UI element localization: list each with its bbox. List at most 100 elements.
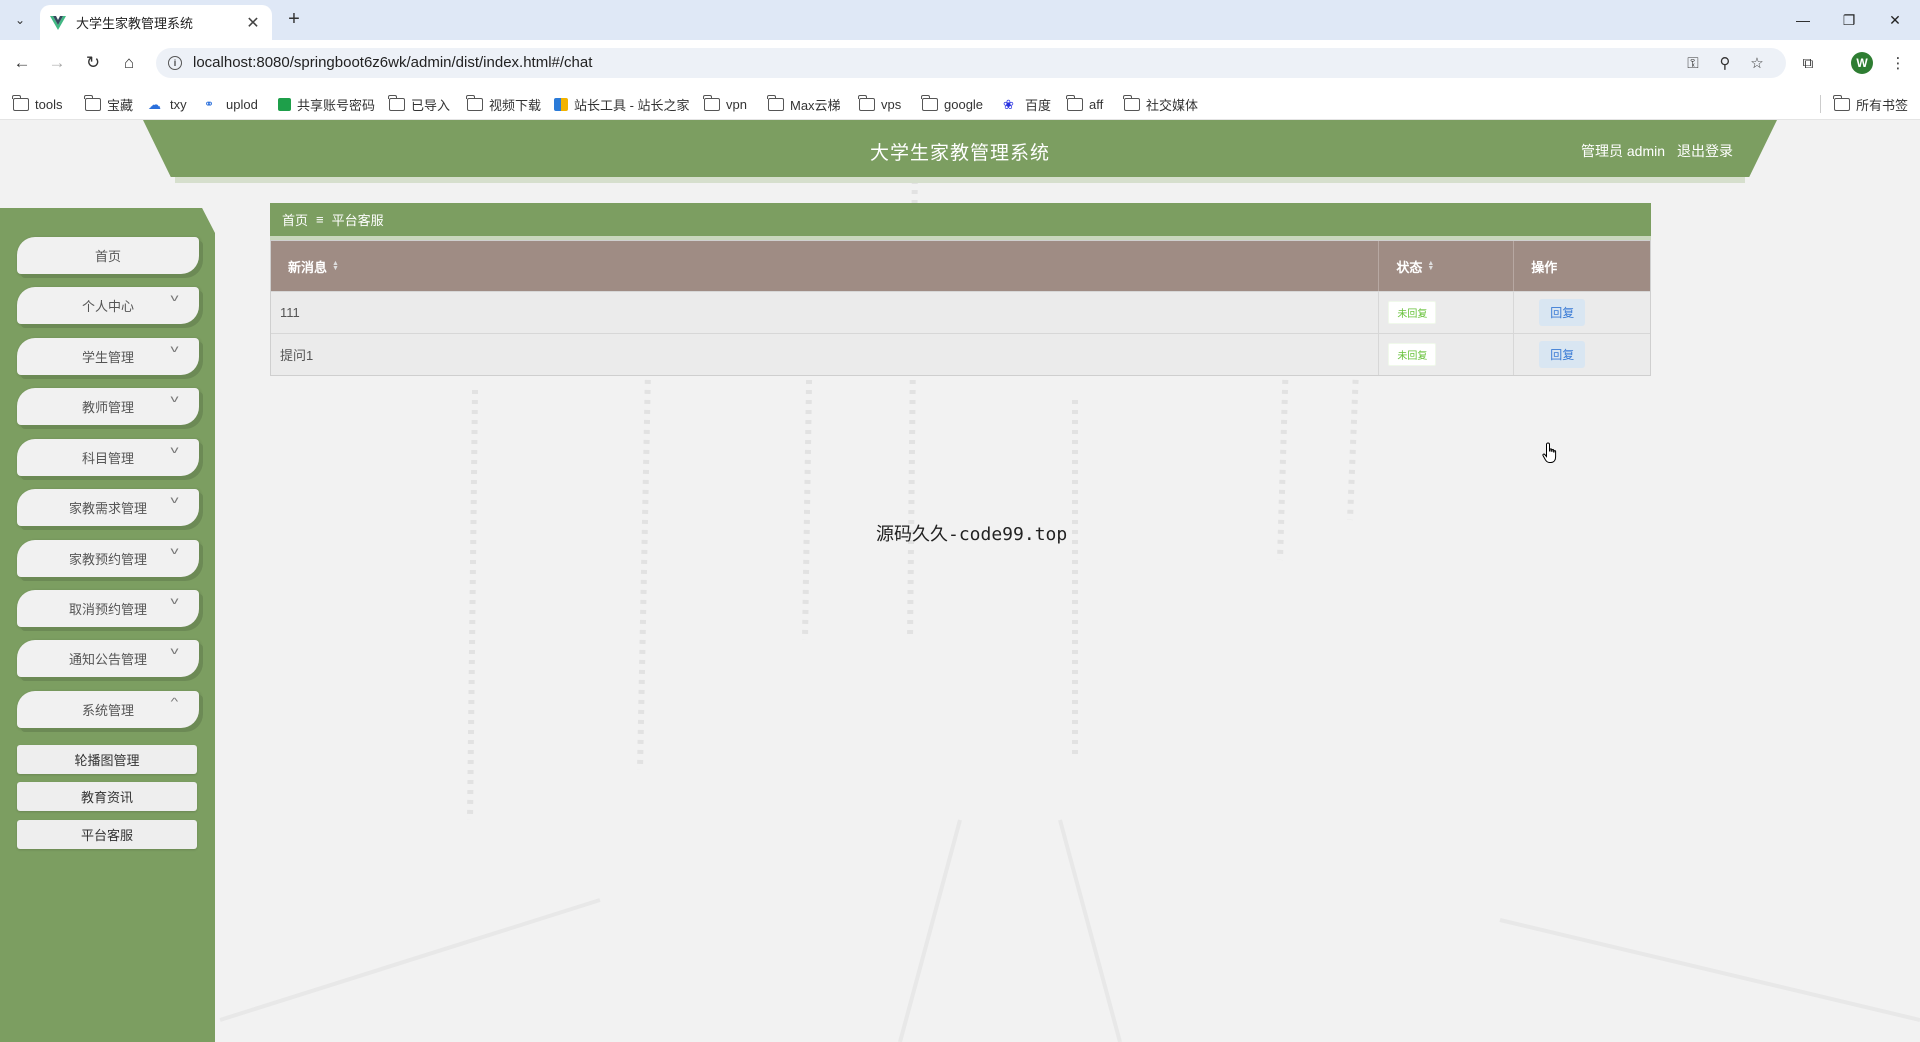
link-icon: ⚭ [204, 96, 215, 111]
forward-icon[interactable]: → [44, 50, 70, 76]
bookmark-shared-accounts[interactable]: 共享账号密码 [278, 95, 375, 113]
breadcrumb-current: 平台客服 [331, 213, 384, 228]
current-user: 管理员 admin [1581, 143, 1666, 159]
bookmark-vps[interactable]: vps [858, 94, 901, 113]
sidebar-item-notices[interactable]: 通知公告管理 v [17, 640, 199, 677]
vue-logo-icon [50, 15, 66, 30]
sidebar-item-cancel-bookings[interactable]: 取消预约管理 v [17, 590, 199, 627]
header-underline [175, 177, 1745, 183]
column-header-status[interactable]: 状态 ▲ ▼ [1379, 241, 1515, 291]
logout-link[interactable]: 退出登录 [1677, 141, 1733, 161]
bookmark-vpn[interactable]: vpn [703, 94, 747, 113]
breadcrumb-separator-icon: ≡ [316, 212, 324, 227]
restore-icon[interactable]: ❐ [1826, 0, 1872, 40]
bookmark-max-ladder[interactable]: Max云梯 [767, 94, 841, 113]
folder-icon [703, 94, 720, 111]
bookmark-treasure[interactable]: 宝藏 [84, 94, 133, 113]
table-header: 新消息 ▲ ▼ 状态 ▲ ▼ 操作 [271, 241, 1650, 291]
bookmark-baidu[interactable]: ❀ 百度 [1003, 95, 1051, 113]
sidebar-item-subjects[interactable]: 科目管理 v [17, 439, 199, 476]
sheet-icon [278, 97, 291, 111]
key-icon[interactable]: ⚿ [1682, 52, 1704, 74]
sort-icon[interactable]: ▲ ▼ [332, 260, 339, 272]
chevron-down-icon: v [170, 344, 179, 355]
extensions-icon[interactable]: ⧉ [1797, 52, 1819, 74]
cloud-icon: ☁ [148, 96, 161, 112]
bookmark-google[interactable]: google [921, 94, 983, 113]
reply-button[interactable]: 回复 [1539, 299, 1586, 326]
chevron-down-icon: v [170, 445, 179, 456]
chevron-down-icon: v [170, 293, 179, 304]
sidebar-item-tutoring-bookings[interactable]: 家教预约管理 v [17, 540, 199, 577]
folder-icon [858, 94, 875, 111]
site-info-icon[interactable]: i [168, 56, 182, 70]
table-row: 111 未回复 回复 [271, 291, 1650, 333]
back-icon[interactable]: ← [9, 50, 35, 76]
status-badge: 未回复 [1388, 343, 1437, 366]
bookmark-video-download[interactable]: 视频下载 [466, 94, 541, 113]
profile-avatar[interactable]: W [1851, 52, 1873, 74]
table-row: 提问1 未回复 回复 [271, 333, 1650, 375]
sort-icon[interactable]: ▲ ▼ [1427, 260, 1434, 272]
baidu-icon: ❀ [1003, 96, 1014, 112]
reply-button[interactable]: 回复 [1539, 341, 1586, 368]
bookmark-tools[interactable]: tools [12, 94, 62, 113]
sidebar-item-system[interactable]: 系统管理 ^ [17, 691, 199, 728]
sidebar-item-students[interactable]: 学生管理 v [17, 338, 199, 375]
all-bookmarks[interactable]: 所有书签 [1833, 94, 1908, 113]
breadcrumb: 首页 ≡ 平台客服 [270, 203, 1651, 236]
browser-tab-strip: ⌄ 大学生家教管理系统 ✕ + — ❐ ✕ [0, 0, 1920, 40]
breadcrumb-home[interactable]: 首页 [282, 210, 308, 229]
sidebar-item-tutoring-demands[interactable]: 家教需求管理 v [17, 489, 199, 526]
reload-icon[interactable]: ↻ [80, 50, 106, 76]
chevron-down-icon: v [170, 546, 179, 557]
submenu-item-customer-service[interactable]: 平台客服 [17, 820, 197, 849]
bookmarks-bar: tools 宝藏 ☁ txy ⚭ uplod 共享账号密码 已导入 视频下载 站长工… [0, 86, 1920, 120]
bookmark-social-media[interactable]: 社交媒体 [1123, 94, 1198, 113]
zoom-icon[interactable]: ⚲ [1714, 52, 1736, 74]
home-icon[interactable]: ⌂ [116, 50, 142, 76]
bookmark-aff[interactable]: aff [1066, 94, 1103, 113]
column-header-action: 操作 [1531, 259, 1558, 275]
folder-icon [1123, 94, 1140, 111]
message-cell: 提问1 [271, 334, 1380, 375]
folder-icon [1833, 94, 1850, 111]
new-tab-button[interactable]: + [282, 8, 306, 32]
menu-kebab-icon[interactable]: ⋮ [1887, 52, 1909, 74]
message-cell: 111 [271, 292, 1380, 333]
bookmark-txy[interactable]: ☁ txy [148, 95, 187, 113]
tab-search-icon[interactable]: ⌄ [8, 8, 32, 32]
url-text[interactable]: localhost:8080/springboot6z6wk/admin/dis… [193, 54, 592, 71]
chevron-down-icon: v [170, 394, 179, 405]
bookmark-webmaster-tools[interactable]: 站长工具 - 站长之家 [554, 95, 690, 113]
sidebar-item-personal-center[interactable]: 个人中心 v [17, 287, 199, 324]
column-header-message[interactable]: 新消息 ▲ ▼ [271, 241, 1380, 291]
sidebar-item-home[interactable]: 首页 [17, 237, 199, 274]
chevron-down-icon: v [170, 596, 179, 607]
folder-icon [12, 94, 29, 111]
browser-tab-active[interactable]: 大学生家教管理系统 ✕ [40, 5, 272, 40]
app-viewport: 大学生家教管理系统 管理员 admin 退出登录 首页 个人中心 v 学生管理 v … [0, 120, 1920, 1042]
folder-icon [921, 94, 938, 111]
folder-icon [767, 94, 784, 111]
close-window-icon[interactable]: ✕ [1872, 0, 1918, 40]
action-cell: 回复 [1514, 334, 1650, 375]
folder-icon [388, 94, 405, 111]
folder-icon [84, 94, 101, 111]
folder-icon [1066, 94, 1083, 111]
sidebar-item-teachers[interactable]: 教师管理 v [17, 388, 199, 425]
action-cell: 回复 [1514, 292, 1650, 333]
chevron-down-icon: v [170, 646, 179, 657]
submenu-item-education-news[interactable]: 教育资讯 [17, 782, 197, 811]
site-icon [554, 97, 568, 111]
chat-table: 新消息 ▲ ▼ 状态 ▲ ▼ 操作 111 未回复 回复 提问1 未回复 回复 [270, 240, 1651, 376]
minimize-icon[interactable]: — [1780, 0, 1826, 40]
bookmark-imported[interactable]: 已导入 [388, 94, 450, 113]
tab-title: 大学生家教管理系统 [76, 16, 194, 31]
tab-close-icon[interactable]: ✕ [244, 13, 262, 33]
chevron-down-icon: v [170, 495, 179, 506]
submenu-item-carousel[interactable]: 轮播图管理 [17, 745, 197, 774]
bookmark-uplod[interactable]: ⚭ uplod [204, 95, 258, 113]
star-icon[interactable]: ☆ [1746, 52, 1768, 74]
bookmarks-divider [1820, 95, 1821, 113]
